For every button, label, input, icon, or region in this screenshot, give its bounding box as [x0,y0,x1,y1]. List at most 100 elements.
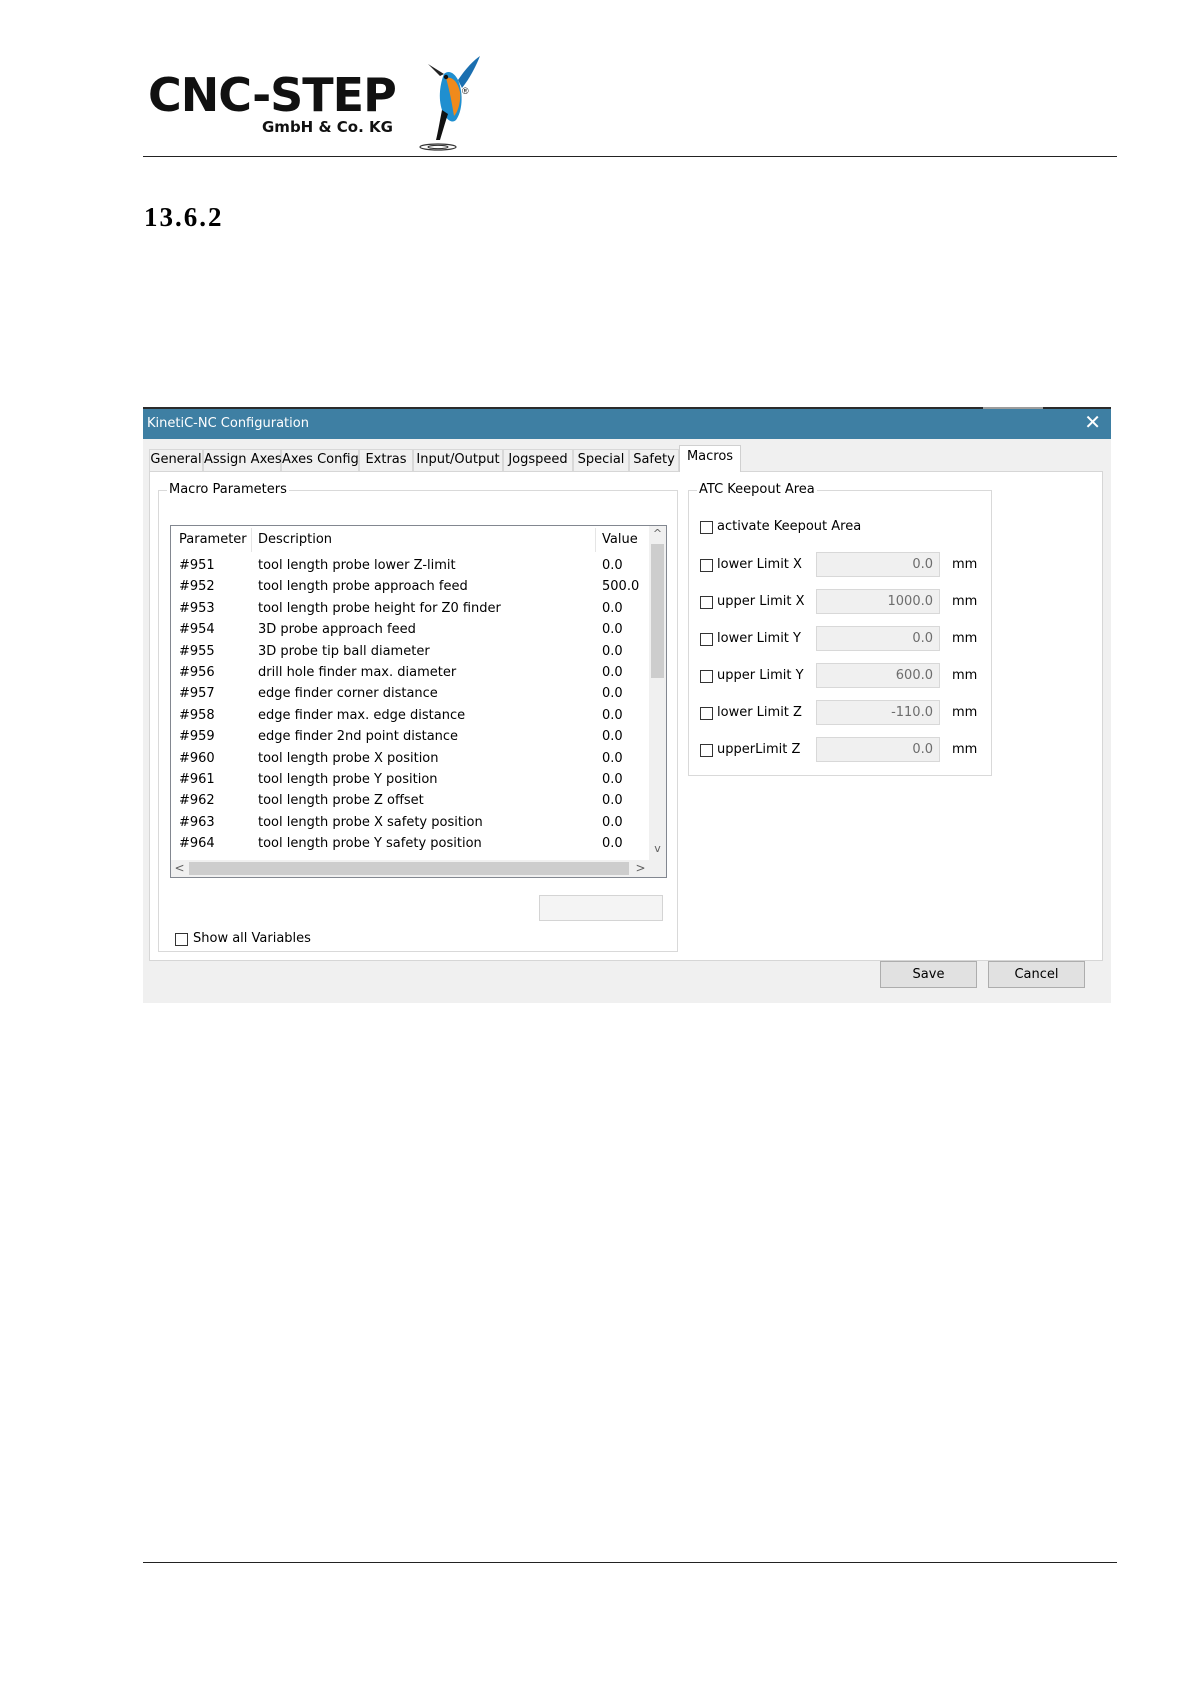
cell-value: 0.0 [602,707,623,723]
cell-parameter: #955 [179,643,215,659]
lower-limit-x-input[interactable]: 0.0 [816,552,940,577]
macro-parameters-legend: Macro Parameters [167,482,289,497]
upper-limit-y-checkbox[interactable] [700,670,713,683]
table-row[interactable]: #958 edge finder max. edge distance 0.0 [171,706,649,727]
activate-keepout-checkbox[interactable] [700,521,713,534]
scroll-up-icon[interactable]: ^ [649,527,666,540]
kingfisher-logo-icon [419,56,480,151]
header-rule [143,156,1117,157]
cell-description: tool length probe lower Z-limit [258,558,456,573]
lower-limit-y-checkbox[interactable] [700,633,713,646]
show-all-variables-label[interactable]: Show all Variables [193,931,311,946]
table-row[interactable]: #957 edge finder corner distance 0.0 [171,684,649,705]
tab-extras[interactable]: Extras [359,449,413,471]
horizontal-scroll-thumb[interactable] [189,862,629,875]
vertical-scroll-thumb[interactable] [651,544,664,678]
show-all-variables-checkbox[interactable] [175,933,188,946]
tab-input-output[interactable]: Input/Output [413,449,503,471]
table-row[interactable]: #955 3D probe tip ball diameter 0.0 [171,642,649,663]
table-row[interactable]: #951 tool length probe lower Z-limit 0.0 [171,556,649,577]
lower-limit-y-label[interactable]: lower Limit Y [717,631,801,646]
column-divider[interactable] [595,528,596,552]
table-row[interactable]: #954 3D probe approach feed 0.0 [171,620,649,641]
cell-description: edge finder corner distance [258,686,438,702]
cell-value: 0.0 [602,600,623,616]
table-row[interactable]: #959 edge finder 2nd point distance 0.0 [171,727,649,748]
lower-limit-x-label[interactable]: lower Limit X [717,557,802,572]
tab-jogspeed[interactable]: Jogspeed [503,449,573,471]
lower-limit-z-input[interactable]: -110.0 [816,700,940,725]
cell-parameter: #956 [179,665,215,680]
titlebar-edge [983,407,1043,409]
cell-parameter: #961 [179,772,215,787]
cell-description: tool length probe height for Z0 finder [258,600,501,616]
cell-parameter: #960 [179,750,215,766]
column-divider[interactable] [251,528,252,552]
scroll-right-icon[interactable]: > [632,860,649,877]
upper-limit-y-label[interactable]: upper Limit Y [717,668,804,683]
cell-parameter: #951 [179,558,215,573]
column-value[interactable]: Value [602,532,638,547]
scroll-down-icon[interactable]: v [649,842,666,855]
cell-description: edge finder 2nd point distance [258,729,459,745]
cell-parameter: #953 [179,600,215,616]
company-logo: CNC-STEP GmbH & Co. KG ® [148,54,488,158]
tab-general[interactable]: General [149,449,203,471]
cell-description: tool length probe X position [258,750,439,766]
table-row[interactable]: #956 drill hole finder max. diameter 0.0 [171,663,649,684]
activate-keepout-label[interactable]: activate Keepout Area [717,519,861,534]
cell-description: edge finder max. edge distance [258,707,466,723]
table-row[interactable]: #962 tool length probe Z offset 0.0 [171,791,649,812]
macro-parameters-group: Macro Parameters Parameter Description V… [158,482,678,952]
save-button[interactable]: Save [880,961,977,988]
upper-limit-z-checkbox[interactable] [700,744,713,757]
tab-safety[interactable]: Safety [629,449,679,471]
horizontal-scrollbar[interactable]: < > [171,860,649,877]
cell-value: 500.0 [602,579,640,595]
upper-limit-y-input[interactable]: 600.0 [816,663,940,688]
table-row[interactable]: #963 tool length probe X safety position 0… [171,813,649,834]
macros-tab-page: Macro Parameters Parameter Description V… [149,471,1103,961]
cell-value: 0.0 [602,665,623,680]
cell-value: 0.0 [602,750,623,766]
upper-limit-x-checkbox[interactable] [700,596,713,609]
cancel-button[interactable]: Cancel [988,961,1085,988]
table-row[interactable]: #952 tool length probe approach feed 500.0 [171,577,649,598]
upper-limit-x-input[interactable]: 1000.0 [816,589,940,614]
cell-parameter: #962 [179,793,215,809]
scroll-left-icon[interactable]: < [171,860,188,877]
logo-subtitle: GmbH & Co. KG [262,118,393,136]
lower-limit-y-input[interactable]: 0.0 [816,626,940,651]
vertical-scrollbar[interactable]: ^ v [649,526,666,860]
table-row[interactable]: #953 tool length probe height for Z0 find… [171,599,649,620]
atc-keepout-group: ATC Keepout Area activate Keepout Area l… [688,482,992,776]
tab-axes-config[interactable]: Axes Config [281,449,359,471]
close-icon[interactable]: ✕ [1084,412,1101,432]
upper-limit-z-label[interactable]: upperLimit Z [717,742,800,757]
footer-rule [143,1562,1117,1563]
tab-special[interactable]: Special [573,449,629,471]
upper-limit-z-input[interactable]: 0.0 [816,737,940,762]
table-row[interactable]: #964 tool length probe Y safety position 0… [171,834,649,855]
table-row[interactable]: #960 tool length probe X position 0.0 [171,749,649,770]
tab-assign-axes[interactable]: Assign Axes [203,449,282,471]
dialog-titlebar[interactable]: KinetiC-NC Configuration ✕ [143,407,1111,439]
tab-macros[interactable]: Macros [679,445,741,472]
table-row[interactable]: #961 tool length probe Y position 0.0 [171,770,649,791]
cell-description: tool length probe X safety position [258,814,483,830]
lower-limit-x-checkbox[interactable] [700,559,713,572]
cell-value: 0.0 [602,729,623,745]
cell-description: tool length probe Z offset [258,793,424,809]
column-description[interactable]: Description [258,532,332,547]
lower-limit-z-checkbox[interactable] [700,707,713,720]
list-header: Parameter Description Value [171,526,649,554]
cell-value: 0.0 [602,643,623,659]
cell-value: 0.0 [602,558,623,573]
cell-value: 0.0 [602,793,623,809]
value-edit-field[interactable] [539,895,663,921]
column-parameter[interactable]: Parameter [179,532,247,547]
cell-parameter: #963 [179,814,215,830]
macro-parameter-list[interactable]: Parameter Description Value #951 tool len… [170,525,667,878]
lower-limit-z-label[interactable]: lower Limit Z [717,705,802,720]
upper-limit-x-label[interactable]: upper Limit X [717,594,804,609]
